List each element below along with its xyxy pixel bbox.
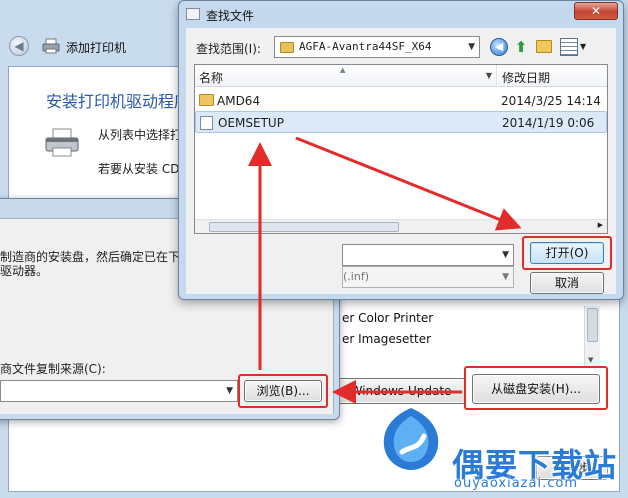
back-icon[interactable]: ◀ bbox=[490, 38, 508, 56]
highlight-have-disk-button bbox=[464, 366, 608, 410]
up-folder-icon[interactable]: ⬆ bbox=[512, 38, 530, 56]
file-name-combobox[interactable]: ▼ bbox=[342, 244, 514, 266]
look-in-value: AGFA-Avantra44SF_X64 bbox=[299, 40, 432, 53]
view-menu-icon[interactable] bbox=[560, 38, 578, 56]
instruction-text: 从列表中选择打 bbox=[98, 128, 183, 142]
look-in-label: 查找范围(I): bbox=[196, 42, 261, 56]
file-row[interactable]: AMD64 2014/3/25 14:14 bbox=[195, 90, 607, 112]
windows-update-button[interactable]: Windows Update bbox=[336, 378, 466, 404]
chevron-down-icon[interactable]: ▼ bbox=[502, 272, 509, 282]
scrollbar-thumb[interactable] bbox=[587, 308, 598, 342]
column-header-name[interactable]: 名称 ▼ bbox=[195, 65, 497, 87]
list-item[interactable]: er Imagesetter bbox=[342, 332, 431, 346]
highlight-open-button bbox=[522, 236, 612, 270]
column-name-label: 名称 bbox=[199, 71, 224, 85]
list-item[interactable]: er Color Printer bbox=[342, 311, 433, 325]
chevron-down-icon[interactable]: ▼ bbox=[226, 386, 233, 396]
folder-icon bbox=[199, 94, 214, 106]
file-name: AMD64 bbox=[217, 94, 261, 108]
column-header-date[interactable]: 修改日期 bbox=[498, 65, 607, 87]
file-name: OEMSETUP bbox=[218, 116, 284, 130]
column-date-label: 修改日期 bbox=[502, 71, 551, 85]
cancel-button[interactable]: 取消 bbox=[530, 272, 604, 294]
file-date: 2014/1/19 0:06 bbox=[502, 116, 595, 130]
model-list-scrollbar[interactable]: ▼ bbox=[584, 306, 600, 366]
look-in-combobox[interactable]: AGFA-Avantra44SF_X64 ▼ bbox=[274, 36, 480, 58]
copy-from-label: 商文件复制来源(C): bbox=[0, 362, 106, 376]
file-row-selected[interactable]: OEMSETUP 2014/1/19 0:06 bbox=[195, 111, 607, 133]
window-title: 添加打印机 bbox=[66, 41, 127, 55]
close-button[interactable]: ✕ bbox=[574, 2, 618, 20]
dialog-window-icon bbox=[186, 8, 200, 20]
file-type-value: (.inf) bbox=[343, 270, 369, 283]
horizontal-scrollbar[interactable]: ▶ bbox=[195, 219, 607, 233]
folder-icon bbox=[280, 42, 294, 53]
column-dropdown-icon[interactable]: ▼ bbox=[486, 71, 492, 80]
page-heading: 安装打印机驱动程序 bbox=[46, 92, 191, 111]
back-arrow-icon[interactable]: ◀ bbox=[9, 36, 29, 56]
file-type-combobox[interactable]: (.inf) ▼ bbox=[342, 266, 514, 288]
file-date: 2014/3/25 14:14 bbox=[501, 94, 601, 108]
view-dropdown-icon[interactable]: ▼ bbox=[580, 42, 586, 51]
printer-icon bbox=[42, 38, 60, 54]
sort-ascending-icon: ▲ bbox=[340, 66, 346, 74]
dialog-title: 查找文件 bbox=[206, 9, 255, 23]
highlight-browse-button bbox=[238, 374, 328, 408]
scrollbar-thumb[interactable] bbox=[209, 222, 399, 232]
chevron-down-icon[interactable]: ▼ bbox=[468, 42, 475, 52]
copy-from-combobox[interactable]: ▼ bbox=[0, 380, 238, 402]
watermark-logo-icon bbox=[383, 408, 439, 470]
instruction-text-cd: 若要从安装 CD bbox=[98, 162, 180, 176]
chevron-down-icon[interactable]: ▼ bbox=[502, 250, 509, 260]
scroll-right-icon[interactable]: ▶ bbox=[598, 221, 603, 229]
new-folder-icon[interactable] bbox=[536, 40, 552, 53]
printer-large-icon bbox=[45, 128, 79, 157]
scroll-down-icon[interactable]: ▼ bbox=[588, 356, 593, 364]
disk-instruction-line2: 驱动器。 bbox=[0, 264, 49, 278]
watermark-url: ouyaoxiazai.com bbox=[454, 476, 578, 491]
setup-file-icon bbox=[200, 116, 213, 130]
